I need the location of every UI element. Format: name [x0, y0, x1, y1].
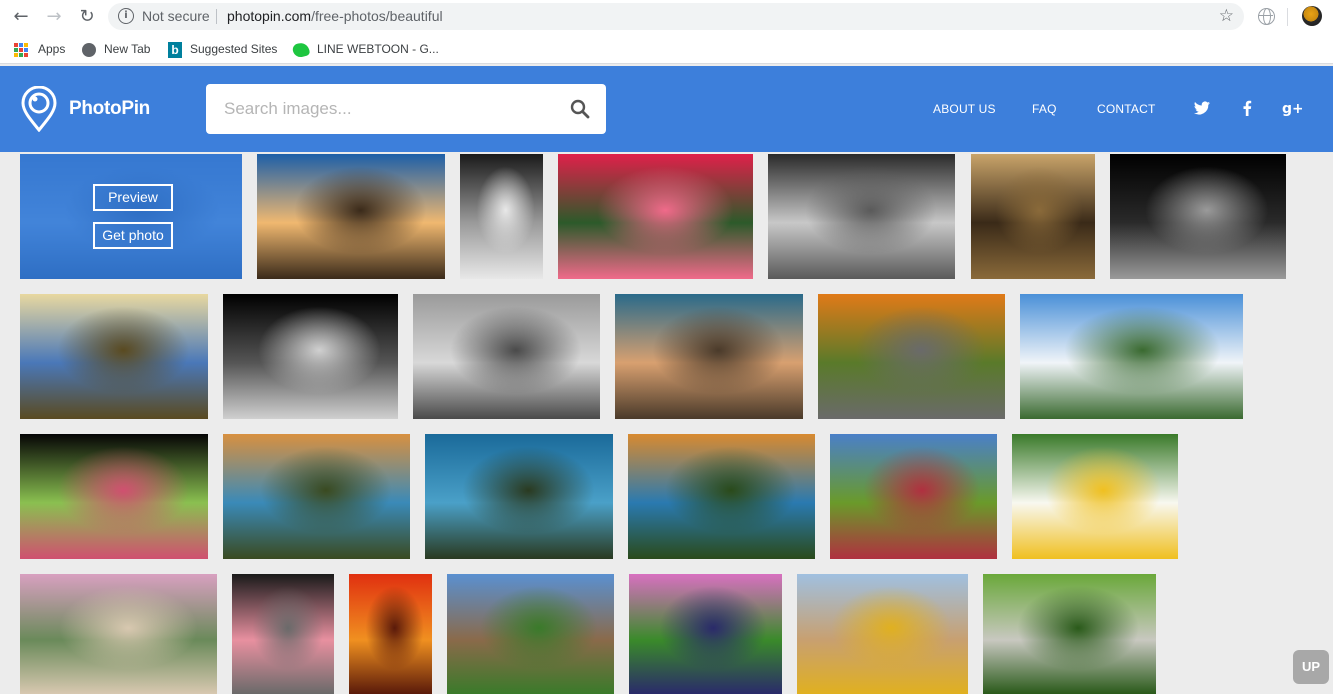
photo-thumbnail[interactable]	[1110, 154, 1286, 279]
bookmark-label: Apps	[38, 42, 66, 56]
bookmark-label: Suggested Sites	[190, 42, 278, 56]
translate-globe-icon[interactable]	[1258, 8, 1275, 25]
profile-avatar[interactable]	[1302, 6, 1322, 26]
toolbar-divider	[1287, 8, 1288, 26]
photo-thumbnail[interactable]	[818, 294, 1005, 419]
forward-arrow-icon[interactable]: →	[43, 6, 65, 28]
preview-button[interactable]: Preview	[93, 184, 173, 211]
url-host: photopin.com	[227, 8, 312, 24]
site-header: PhotoPin ABOUT US FAQ CONTACT g+	[0, 66, 1333, 152]
google-plus-icon[interactable]: g+	[1282, 98, 1302, 118]
photo-thumbnail[interactable]	[460, 154, 543, 279]
bookmark-star-icon[interactable]: ☆	[1219, 6, 1234, 26]
bookmark-suggested-sites[interactable]: b Suggested Sites	[168, 40, 277, 58]
photo-thumbnail[interactable]	[223, 294, 398, 419]
apps-grid-icon	[14, 42, 28, 57]
get-photo-button[interactable]: Get photo	[93, 222, 173, 249]
photo-thumbnail[interactable]	[1012, 434, 1178, 559]
scroll-up-button[interactable]: UP	[1293, 650, 1329, 684]
nav-about-us[interactable]: ABOUT US	[933, 102, 996, 116]
photo-thumbnail[interactable]	[232, 574, 334, 694]
photo-thumbnail[interactable]	[20, 294, 208, 419]
omnibox-divider	[216, 9, 217, 24]
bing-icon: b	[168, 41, 182, 58]
photo-thumbnail[interactable]	[413, 294, 600, 419]
photo-thumbnail[interactable]	[20, 574, 217, 694]
reload-icon[interactable]: ↻	[76, 6, 98, 28]
info-icon[interactable]: i	[118, 8, 134, 24]
search-input[interactable]	[206, 84, 556, 134]
hover-overlay	[20, 154, 242, 279]
twitter-icon[interactable]	[1192, 98, 1212, 118]
photo-thumbnail[interactable]	[425, 434, 613, 559]
globe-icon	[82, 42, 96, 57]
photo-thumbnail[interactable]: Preview Get photo	[20, 154, 242, 279]
photo-thumbnail[interactable]	[1020, 294, 1243, 419]
brand-name[interactable]: PhotoPin	[69, 98, 150, 120]
bookmark-label: LINE WEBTOON - G...	[317, 42, 439, 56]
nav-faq[interactable]: FAQ	[1032, 102, 1057, 116]
photo-thumbnail[interactable]	[223, 434, 410, 559]
search-box	[206, 84, 606, 134]
photo-thumbnail[interactable]	[768, 154, 955, 279]
photo-thumbnail[interactable]	[558, 154, 753, 279]
photo-thumbnail[interactable]	[447, 574, 614, 694]
photo-thumbnail[interactable]	[971, 154, 1095, 279]
map-pin-logo-icon[interactable]	[20, 86, 58, 132]
svg-text:g+: g+	[1282, 101, 1302, 117]
search-icon[interactable]	[570, 99, 590, 119]
back-arrow-icon[interactable]: ←	[10, 6, 32, 28]
photo-thumbnail[interactable]	[797, 574, 968, 694]
photo-thumbnail[interactable]	[983, 574, 1156, 694]
security-label[interactable]: Not secure	[142, 8, 210, 24]
url-text[interactable]: photopin.com/free-photos/beautiful	[227, 8, 443, 24]
photo-thumbnail[interactable]	[615, 294, 803, 419]
photo-thumbnail[interactable]	[349, 574, 432, 694]
photo-thumbnail[interactable]	[628, 434, 815, 559]
nav-contact[interactable]: CONTACT	[1097, 102, 1156, 116]
photo-thumbnail[interactable]	[20, 434, 208, 559]
address-bar[interactable]: i Not secure photopin.com/free-photos/be…	[108, 3, 1244, 30]
facebook-icon[interactable]	[1237, 98, 1257, 118]
url-path: /free-photos/beautiful	[311, 8, 443, 24]
photo-thumbnail[interactable]	[257, 154, 445, 279]
bookmark-new-tab[interactable]: New Tab	[82, 40, 150, 58]
bookmark-line-webtoon[interactable]: LINE WEBTOON - G...	[291, 40, 439, 59]
photo-thumbnail[interactable]	[830, 434, 997, 559]
bookmark-apps[interactable]: Apps	[14, 40, 65, 58]
browser-toolbar: ← → ↻ i Not secure photopin.com/free-pho…	[0, 0, 1333, 34]
bookmark-label: New Tab	[104, 42, 151, 56]
bookmarks-bar: Apps New Tab b Suggested Sites LINE WEBTO…	[0, 34, 1333, 64]
line-webtoon-icon	[291, 40, 311, 59]
photo-thumbnail[interactable]	[629, 574, 782, 694]
